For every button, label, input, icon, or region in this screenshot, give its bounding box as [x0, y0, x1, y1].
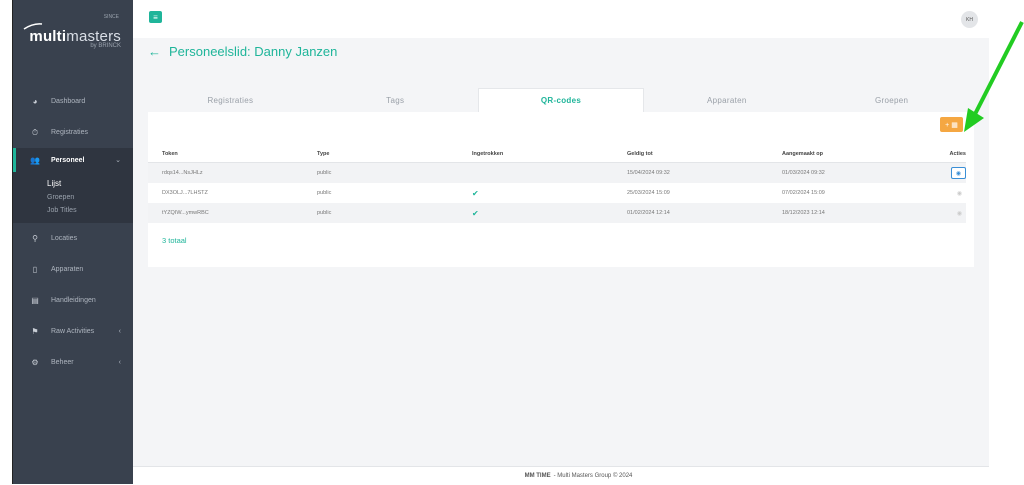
- eye-icon: ◉: [956, 210, 963, 217]
- stopwatch-icon: ⏱: [31, 127, 39, 137]
- type-cell: public: [317, 170, 332, 176]
- sidebar-subitem-lijst[interactable]: Lijst: [13, 176, 133, 191]
- sidebar-subnav-personeel: Lijst Groepen Job Titles: [13, 172, 133, 223]
- created-cell: 07/02/2024 15:09: [782, 190, 825, 196]
- tab-groepen[interactable]: Groepen: [809, 88, 974, 112]
- sidebar-item-dashboard[interactable]: ◕ Dashboard: [13, 86, 133, 117]
- created-cell: 01/03/2024 09:32: [782, 170, 825, 176]
- valid-until-cell: 01/02/2024 12:14: [627, 210, 670, 216]
- sidebar: SINCE multimasters by BRINCK ◕ Dashboard…: [13, 0, 133, 484]
- tabs: Registraties Tags QR-codes Apparaten Gro…: [148, 88, 974, 112]
- created-cell: 18/12/2023 12:14: [782, 210, 825, 216]
- type-cell: public: [317, 190, 332, 196]
- tab-apparaten[interactable]: Apparaten: [644, 88, 809, 112]
- sidebar-subitem-groepen[interactable]: Groepen: [13, 191, 133, 204]
- actions-cell: ◉: [922, 167, 966, 179]
- sidebar-item-apparaten[interactable]: ▯ Apparaten: [13, 254, 133, 285]
- gear-icon: ⚙: [31, 358, 39, 367]
- revoked-check-icon: ✔: [472, 188, 479, 198]
- chevron-left-icon: ‹: [118, 328, 121, 335]
- right-margin: [989, 0, 1024, 484]
- table-row: rdqs14...NsJHLz public 15/04/2024 09:32 …: [148, 163, 966, 183]
- total-count: 3 totaal: [162, 236, 187, 245]
- chevron-left-icon: ‹: [118, 359, 121, 366]
- page-title: Personeelslid: Danny Janzen: [169, 44, 338, 59]
- sidebar-item-locaties[interactable]: ⚲ Locaties: [13, 223, 133, 254]
- top-header: ≡ KH: [133, 0, 1024, 38]
- sidebar-item-registraties[interactable]: ⏱ Registraties: [13, 117, 133, 148]
- actions-cell: ◉: [922, 188, 966, 198]
- table-row: DX3OLJ...7LHSTZ public ✔ 25/03/2024 15:0…: [148, 183, 966, 203]
- flag-icon: ⚑: [31, 327, 39, 336]
- sidebar-item-handleidingen[interactable]: ▤ Handleidingen: [13, 285, 133, 316]
- add-qr-code-button[interactable]: + ▦: [940, 117, 963, 132]
- avatar[interactable]: KH: [961, 11, 978, 28]
- column-header-acties: Acties: [949, 151, 966, 157]
- sidebar-item-beheer[interactable]: ⚙ Beheer ‹: [13, 347, 133, 378]
- valid-until-cell: 25/03/2024 15:09: [627, 190, 670, 196]
- logo-swoosh-icon: [23, 23, 43, 30]
- type-cell: public: [317, 210, 332, 216]
- eye-icon: ◉: [955, 170, 962, 177]
- eye-icon: ◉: [956, 190, 963, 197]
- tab-tags[interactable]: Tags: [313, 88, 478, 112]
- logo-since: SINCE: [103, 14, 119, 20]
- dashboard-icon: ◕: [32, 97, 38, 106]
- qr-codes-card: + ▦ Token Type Ingetrokken Geldig tot Aa…: [148, 112, 974, 267]
- footer-text: - Multi Masters Group © 2024: [553, 473, 633, 479]
- main-content: ≡ KH ← Personeelslid: Danny Janzen Regis…: [133, 0, 1024, 485]
- table-header: Token Type Ingetrokken Geldig tot Aangem…: [148, 146, 966, 163]
- sidebar-subitem-job-titles[interactable]: Job Titles: [13, 204, 133, 217]
- sidebar-nav: ◕ Dashboard ⏱ Registraties 👥 Personeel ⌄…: [13, 86, 133, 378]
- menu-toggle-button[interactable]: ≡: [149, 11, 162, 23]
- chevron-down-icon: ⌄: [115, 157, 121, 164]
- column-header-aangemaakt-op: Aangemaakt op: [782, 151, 823, 157]
- view-qr-button[interactable]: ◉: [951, 167, 966, 179]
- column-header-geldig-tot: Geldig tot: [627, 151, 653, 157]
- valid-until-cell: 15/04/2024 09:32: [627, 170, 670, 176]
- page-title-row: ← Personeelslid: Danny Janzen: [148, 44, 337, 59]
- mobile-icon: ▯: [32, 265, 38, 274]
- logo-tagline: by BRINCK: [90, 42, 121, 49]
- qr-codes-table: Token Type Ingetrokken Geldig tot Aangem…: [148, 146, 966, 223]
- footer: MM TIME - Multi Masters Group © 2024: [133, 466, 1024, 485]
- column-header-token: Token: [162, 151, 178, 157]
- footer-brand: MM TIME: [524, 473, 551, 479]
- tab-registraties[interactable]: Registraties: [148, 88, 313, 112]
- actions-cell: ◉: [922, 208, 966, 218]
- users-icon: 👥: [30, 155, 40, 165]
- back-arrow-icon[interactable]: ←: [148, 44, 161, 59]
- book-icon: ▤: [31, 296, 39, 305]
- table-row: tYZQIW...ymwRBC public ✔ 01/02/2024 12:1…: [148, 203, 966, 223]
- window-frame-left: [0, 0, 13, 484]
- revoked-check-icon: ✔: [472, 208, 479, 218]
- hamburger-icon: ≡: [153, 12, 158, 22]
- sidebar-item-personeel[interactable]: 👥 Personeel ⌄: [13, 148, 133, 172]
- column-header-ingetrokken: Ingetrokken: [472, 151, 504, 157]
- logo[interactable]: SINCE multimasters by BRINCK: [13, 0, 133, 60]
- sidebar-item-raw-activities[interactable]: ⚑ Raw Activities ‹: [13, 316, 133, 347]
- token-cell: rdqs14...NsJHLz: [162, 170, 203, 176]
- map-pin-icon: ⚲: [32, 234, 38, 243]
- tab-qr-codes[interactable]: QR-codes: [477, 88, 645, 112]
- column-header-type: Type: [317, 151, 330, 157]
- token-cell: tYZQIW...ymwRBC: [162, 210, 209, 216]
- token-cell: DX3OLJ...7LHSTZ: [162, 190, 208, 196]
